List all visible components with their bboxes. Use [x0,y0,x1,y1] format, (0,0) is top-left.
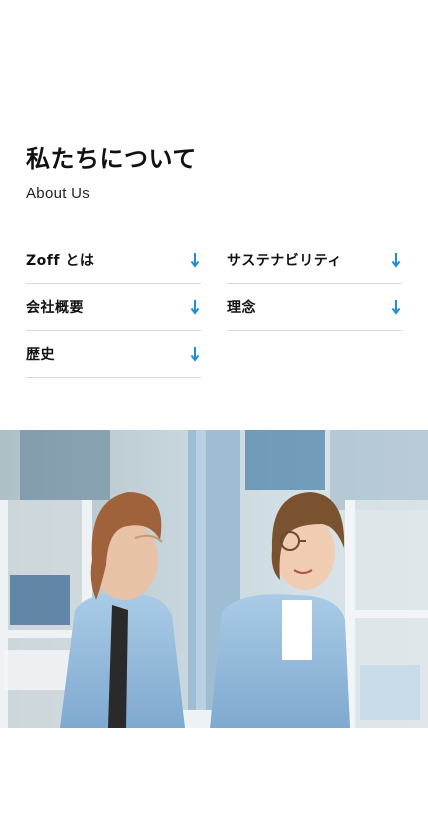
arrow-down-icon [190,347,200,362]
section-title: 私たちについて [26,145,197,173]
nav-item-label: 会社概要 [26,300,84,316]
nav-item-philosophy[interactable]: 理念 [227,284,402,331]
about-us-page: 私たちについて About Us Zoff とは サステナビリティ 会社概要 理… [0,0,428,834]
nav-item-sustainability[interactable]: サステナビリティ [227,237,402,284]
arrow-down-icon [391,300,401,315]
section-subtitle: About Us [26,185,91,202]
nav-item-label: 歴史 [26,347,55,363]
arrow-down-icon [190,253,200,268]
nav-item-company-profile[interactable]: 会社概要 [26,284,201,331]
nav-item-history[interactable]: 歴史 [26,331,201,378]
arrow-down-icon [190,300,200,315]
staff-photo [0,430,428,728]
nav-item-label: サステナビリティ [227,253,342,269]
nav-item-label: 理念 [227,300,256,316]
arrow-down-icon [391,253,401,268]
nav-item-label: Zoff とは [26,253,95,269]
nav-item-about-zoff[interactable]: Zoff とは [26,237,201,284]
